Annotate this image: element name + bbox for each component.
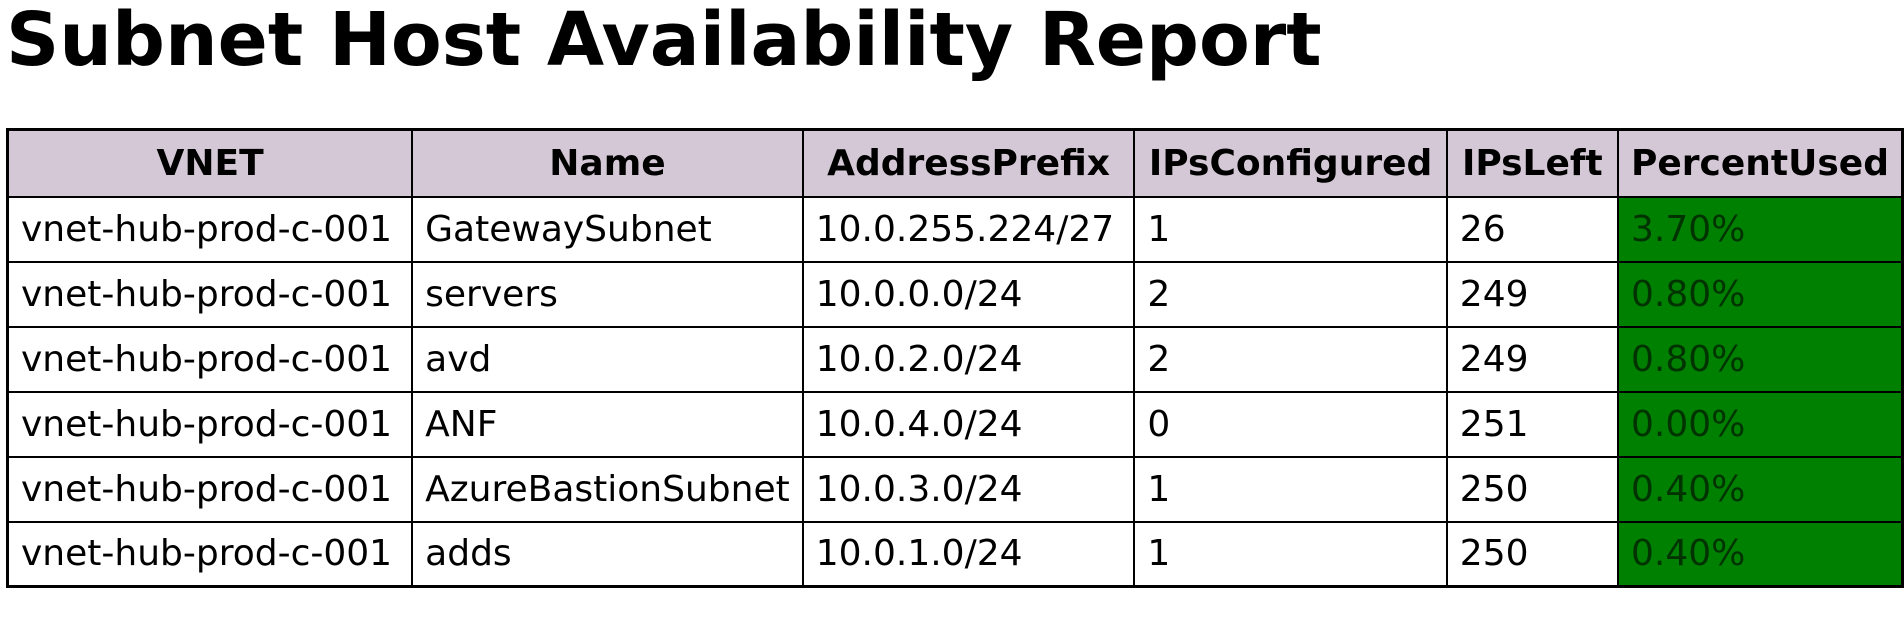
- column-header-vnet: VNET: [6, 128, 414, 198]
- cell-percent-used: 0.80%: [1616, 260, 1904, 328]
- cell-ips-left: 250: [1445, 520, 1619, 588]
- table-row: vnet-hub-prod-c-001 adds 10.0.1.0/24 1 2…: [6, 520, 1904, 588]
- cell-ips-left: 250: [1445, 455, 1619, 523]
- cell-ips-configured: 1: [1133, 195, 1448, 263]
- cell-vnet: vnet-hub-prod-c-001: [6, 455, 414, 523]
- cell-ips-left: 26: [1445, 195, 1619, 263]
- cell-percent-used: 0.80%: [1616, 325, 1904, 393]
- cell-address-prefix: 10.0.4.0/24: [801, 390, 1136, 458]
- cell-percent-used: 0.40%: [1616, 520, 1904, 588]
- cell-ips-left: 251: [1445, 390, 1619, 458]
- column-header-name: Name: [411, 128, 804, 198]
- table-row: vnet-hub-prod-c-001 servers 10.0.0.0/24 …: [6, 260, 1904, 328]
- cell-address-prefix: 10.0.2.0/24: [801, 325, 1136, 393]
- table-row: vnet-hub-prod-c-001 ANF 10.0.4.0/24 0 25…: [6, 390, 1904, 458]
- cell-name: adds: [411, 520, 804, 588]
- cell-name: AzureBastionSubnet: [411, 455, 804, 523]
- cell-vnet: vnet-hub-prod-c-001: [6, 390, 414, 458]
- subnet-table: VNET Name AddressPrefix IPsConfigured IP…: [6, 128, 1904, 588]
- cell-percent-used: 0.00%: [1616, 390, 1904, 458]
- cell-ips-configured: 1: [1133, 520, 1448, 588]
- cell-address-prefix: 10.0.1.0/24: [801, 520, 1136, 588]
- cell-ips-configured: 0: [1133, 390, 1448, 458]
- cell-address-prefix: 10.0.255.224/27: [801, 195, 1136, 263]
- cell-ips-left: 249: [1445, 260, 1619, 328]
- cell-address-prefix: 10.0.3.0/24: [801, 455, 1136, 523]
- cell-vnet: vnet-hub-prod-c-001: [6, 520, 414, 588]
- page-title: Subnet Host Availability Report: [6, 0, 1322, 83]
- cell-name: avd: [411, 325, 804, 393]
- cell-name: servers: [411, 260, 804, 328]
- table-row: vnet-hub-prod-c-001 GatewaySubnet 10.0.2…: [6, 195, 1904, 263]
- cell-name: GatewaySubnet: [411, 195, 804, 263]
- cell-ips-configured: 1: [1133, 455, 1448, 523]
- column-header-percent-used: PercentUsed: [1616, 128, 1904, 198]
- table-row: vnet-hub-prod-c-001 AzureBastionSubnet 1…: [6, 455, 1904, 523]
- cell-ips-left: 249: [1445, 325, 1619, 393]
- cell-percent-used: 0.40%: [1616, 455, 1904, 523]
- column-header-ips-left: IPsLeft: [1445, 128, 1619, 198]
- column-header-address-prefix: AddressPrefix: [801, 128, 1136, 198]
- cell-vnet: vnet-hub-prod-c-001: [6, 325, 414, 393]
- cell-vnet: vnet-hub-prod-c-001: [6, 195, 414, 263]
- cell-ips-configured: 2: [1133, 325, 1448, 393]
- table-row: vnet-hub-prod-c-001 avd 10.0.2.0/24 2 24…: [6, 325, 1904, 393]
- cell-ips-configured: 2: [1133, 260, 1448, 328]
- cell-address-prefix: 10.0.0.0/24: [801, 260, 1136, 328]
- cell-percent-used: 3.70%: [1616, 195, 1904, 263]
- cell-name: ANF: [411, 390, 804, 458]
- table-header-row: VNET Name AddressPrefix IPsConfigured IP…: [6, 128, 1904, 198]
- column-header-ips-configured: IPsConfigured: [1133, 128, 1448, 198]
- cell-vnet: vnet-hub-prod-c-001: [6, 260, 414, 328]
- report-page: Subnet Host Availability Report VNET Nam…: [0, 0, 1904, 617]
